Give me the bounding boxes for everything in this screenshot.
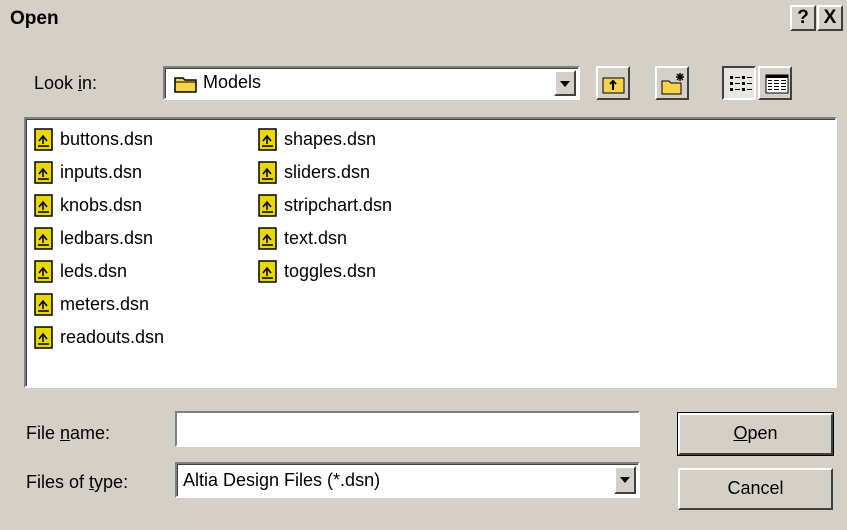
file-name-label-post: ame: — [70, 423, 111, 443]
file-item[interactable]: sliders.dsn — [258, 156, 392, 189]
file-name-label-key: n — [60, 423, 71, 443]
design-file-icon — [258, 160, 277, 184]
file-item[interactable]: text.dsn — [258, 222, 392, 255]
close-button[interactable]: X — [817, 5, 843, 31]
details-view-button[interactable] — [758, 66, 792, 100]
list-view-icon — [730, 76, 752, 91]
up-one-level-button[interactable] — [596, 66, 630, 100]
file-list[interactable]: buttons.dsn inputs.dsn knobs.dsn ledbars… — [24, 117, 837, 388]
design-file-icon — [34, 259, 53, 283]
look-in-label-pre: Look — [34, 73, 79, 93]
file-list-column-1: buttons.dsn inputs.dsn knobs.dsn ledbars… — [34, 123, 164, 354]
file-item[interactable]: ledbars.dsn — [34, 222, 164, 255]
file-item[interactable]: meters.dsn — [34, 288, 164, 321]
look-in-label: Look in: — [34, 73, 97, 94]
file-name-text: stripchart.dsn — [284, 195, 393, 215]
file-item[interactable]: knobs.dsn — [34, 189, 164, 222]
new-folder-icon — [661, 73, 684, 95]
open-button[interactable]: Open — [677, 412, 834, 456]
design-file-icon — [34, 193, 53, 217]
file-list-column-2: shapes.dsn sliders.dsn stripchart.dsn te… — [258, 123, 392, 288]
file-type-label: Files of type: — [26, 472, 128, 493]
file-name-text: inputs.dsn — [60, 162, 143, 182]
file-item[interactable]: readouts.dsn — [34, 321, 164, 354]
file-type-dropdown-button[interactable] — [614, 466, 636, 494]
list-view-button[interactable] — [722, 66, 756, 100]
cancel-button[interactable]: Cancel — [678, 468, 833, 510]
open-button-label: pen — [747, 423, 778, 443]
design-file-icon — [34, 292, 53, 316]
folder-icon — [174, 77, 197, 93]
design-file-icon — [258, 127, 277, 151]
file-name-text: sliders.dsn — [284, 162, 371, 182]
file-name-text: text.dsn — [284, 228, 348, 248]
file-name-text: knobs.dsn — [60, 195, 143, 215]
design-file-icon — [34, 325, 53, 349]
details-view-icon — [765, 74, 789, 94]
design-file-icon — [258, 193, 277, 217]
file-name-text: readouts.dsn — [60, 327, 165, 347]
look-in-label-post: n: — [82, 73, 98, 93]
file-name-text: shapes.dsn — [284, 129, 377, 149]
design-file-icon — [258, 259, 277, 283]
help-button[interactable]: ? — [790, 5, 816, 31]
file-item[interactable]: inputs.dsn — [34, 156, 164, 189]
title-bar[interactable]: Open ? X — [0, 0, 847, 39]
file-name-text: leds.dsn — [60, 261, 128, 281]
file-type-value: Altia Design Files (*.dsn) — [183, 470, 381, 490]
dialog-title: Open — [10, 8, 59, 29]
design-file-icon — [34, 160, 53, 184]
file-name-text: toggles.dsn — [284, 261, 377, 281]
file-type-label-pre: Files of — [26, 472, 90, 492]
design-file-icon — [258, 226, 277, 250]
file-name-input[interactable] — [175, 411, 640, 447]
file-name-text: meters.dsn — [60, 294, 150, 314]
file-item[interactable]: buttons.dsn — [34, 123, 164, 156]
look-in-dropdown-button[interactable] — [554, 70, 576, 96]
file-item[interactable]: stripchart.dsn — [258, 189, 392, 222]
up-one-level-icon — [602, 77, 625, 94]
new-folder-button[interactable] — [655, 66, 689, 100]
file-name-text: ledbars.dsn — [60, 228, 154, 248]
file-item[interactable]: shapes.dsn — [258, 123, 392, 156]
open-dialog: Open ? X Look in: Models buttons.dsn inp… — [0, 0, 847, 530]
file-name-text: buttons.dsn — [60, 129, 154, 149]
file-name-label: File name: — [26, 423, 110, 444]
file-type-label-post: ype: — [94, 472, 129, 492]
file-item[interactable]: leds.dsn — [34, 255, 164, 288]
open-button-key: O — [733, 423, 748, 443]
look-in-value: Models — [203, 72, 262, 92]
look-in-combo[interactable]: Models — [163, 66, 580, 100]
file-name-label-pre: File — [26, 423, 61, 443]
file-item[interactable]: toggles.dsn — [258, 255, 392, 288]
design-file-icon — [34, 226, 53, 250]
design-file-icon — [34, 127, 53, 151]
file-type-combo[interactable]: Altia Design Files (*.dsn) — [175, 462, 640, 498]
